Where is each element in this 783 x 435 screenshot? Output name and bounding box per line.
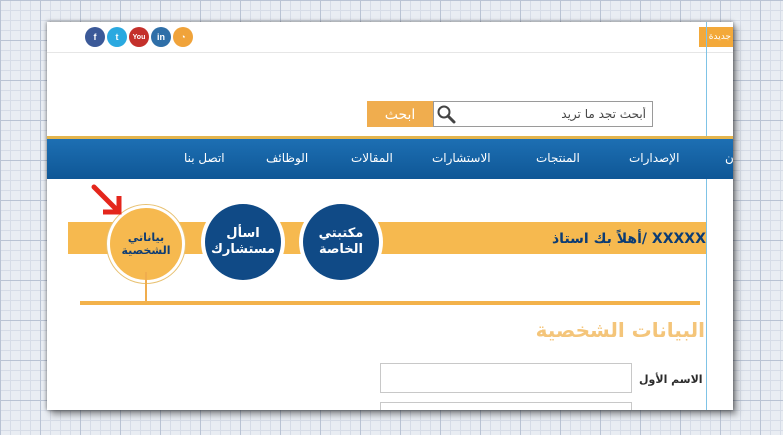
my-library-button[interactable]: مكتبتي الخاصة xyxy=(303,204,379,280)
section-title: البيانات الشخصية xyxy=(535,318,705,342)
search-box xyxy=(433,101,653,127)
search-icon[interactable] xyxy=(434,102,458,126)
section-divider xyxy=(80,301,700,305)
active-connector xyxy=(145,272,147,302)
second-field[interactable] xyxy=(380,402,632,410)
nav-item-products[interactable]: المنتجات xyxy=(536,151,580,165)
youtube-icon[interactable]: You xyxy=(129,27,149,47)
red-arrow-icon xyxy=(91,184,122,215)
welcome-text: أهلاً بك استاذ/ XXXXX xyxy=(552,231,706,247)
linkedin-icon[interactable]: in xyxy=(151,27,171,47)
top-divider xyxy=(47,52,733,53)
ask-consultant-button[interactable]: اسأل مستشارك xyxy=(205,204,281,280)
search-button[interactable]: ابحث xyxy=(367,101,433,127)
first-name-field[interactable] xyxy=(380,363,632,393)
guide-line xyxy=(706,22,707,410)
facebook-icon[interactable]: f xyxy=(85,27,105,47)
new-badge[interactable]: جديدة xyxy=(699,27,733,47)
rss-icon[interactable]: ◔ xyxy=(173,27,193,47)
first-name-label: الاسم الأول xyxy=(639,373,703,386)
browser-page: f t You in ◔ جديدة ابحث ن الإصدارات المن… xyxy=(47,22,733,410)
main-nav: ن الإصدارات المنتجات الاستشارات المقالات… xyxy=(47,139,733,179)
nav-item-jobs[interactable]: الوظائف xyxy=(266,151,308,165)
twitter-icon[interactable]: t xyxy=(107,27,127,47)
search-input[interactable] xyxy=(458,103,652,125)
nav-item-publications[interactable]: الإصدارات xyxy=(629,151,679,165)
nav-item-clipped[interactable]: ن xyxy=(725,151,733,165)
nav-item-contact[interactable]: اتصل بنا xyxy=(184,151,225,165)
nav-item-consultations[interactable]: الاستشارات xyxy=(432,151,491,165)
social-links: f t You in ◔ xyxy=(85,27,193,47)
nav-item-articles[interactable]: المقالات xyxy=(351,151,393,165)
